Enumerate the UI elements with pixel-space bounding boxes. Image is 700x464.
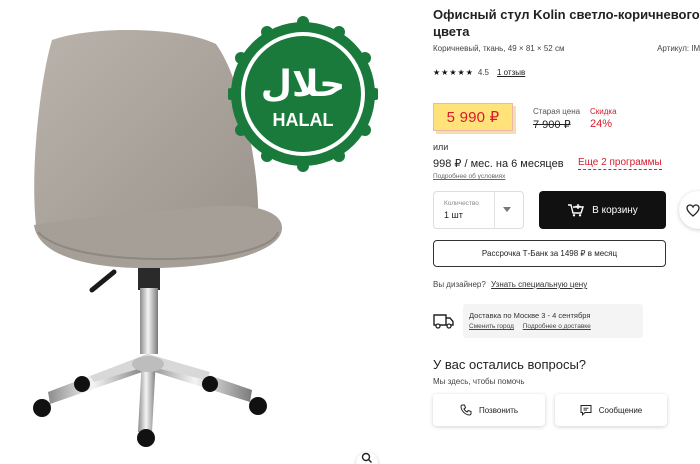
- change-city-link[interactable]: Сменить город: [469, 323, 514, 330]
- star-icon: ★: [433, 67, 441, 77]
- product-info-panel: Офисный стул Kolin светло-коричневого цв…: [433, 0, 700, 464]
- product-page: حلال HALAL Офисный стул Kolin светло-кор…: [0, 0, 700, 464]
- designer-offer: Вы дизайнер? Узнать специальную цену: [433, 280, 587, 289]
- message-button[interactable]: Сообщение: [555, 394, 667, 426]
- add-to-cart-label: В корзину: [592, 204, 638, 216]
- message-label: Сообщение: [598, 405, 643, 415]
- product-title: Офисный стул Kolin светло-коричневого цв…: [433, 7, 700, 39]
- product-rating: ★ ★ ★ ★ ★ 4.5 1 отзыв: [433, 68, 525, 77]
- halal-label: HALAL: [273, 110, 334, 130]
- product-sku: Артикул: IMR: [657, 44, 700, 53]
- cart-plus-icon: [568, 204, 585, 217]
- old-price: 7 900 ₽: [533, 119, 571, 131]
- credit-button[interactable]: Рассрочка Т-Банк за 1498 ₽ в месяц: [433, 240, 666, 267]
- delivery-text: Доставка по Москве 3 - 4 сентября: [469, 311, 591, 320]
- star-icon: ★: [465, 67, 473, 77]
- heart-icon: [686, 203, 700, 217]
- zoom-button[interactable]: [356, 452, 378, 464]
- quantity-divider: [494, 192, 495, 228]
- rating-score: 4.5: [477, 68, 489, 77]
- conditions-link[interactable]: Подробнее об условиях: [433, 173, 505, 180]
- quantity-label: Количество: [444, 200, 479, 207]
- or-label: или: [433, 142, 449, 152]
- rating-stars: ★ ★ ★ ★ ★: [433, 67, 473, 77]
- delivery-links: Сменить город Подробнее о доставке: [469, 323, 598, 330]
- truck-icon: [433, 314, 454, 329]
- add-to-cart-button[interactable]: В корзину: [539, 191, 666, 229]
- chevron-down-icon[interactable]: [503, 207, 511, 212]
- star-icon: ★: [441, 67, 449, 77]
- halal-arabic-text: حلال: [261, 64, 346, 105]
- chat-icon: [580, 405, 592, 416]
- favorite-button[interactable]: [679, 191, 700, 229]
- call-button[interactable]: Позвонить: [433, 394, 545, 426]
- delivery-info: Доставка по Москве 3 - 4 сентября Сменит…: [463, 304, 643, 338]
- more-programs-link[interactable]: Еще 2 программы: [578, 157, 662, 170]
- star-icon: ★: [449, 67, 457, 77]
- star-icon: ★: [457, 67, 465, 77]
- current-price: 5 990 ₽: [433, 103, 513, 131]
- discount-label: Скидка: [590, 107, 617, 116]
- designer-price-link[interactable]: Узнать специальную цену: [491, 280, 587, 289]
- designer-question: Вы дизайнер?: [433, 280, 486, 289]
- delivery-details-link[interactable]: Подробнее о доставке: [523, 323, 591, 330]
- support-subtitle: Мы здесь, чтобы помочь: [433, 377, 525, 386]
- discount-value: 24%: [590, 118, 613, 130]
- halal-badge: حلال HALAL: [228, 16, 378, 172]
- zoom-icon: [361, 452, 372, 463]
- quantity-value: 1 шт: [444, 210, 463, 220]
- call-label: Позвонить: [478, 405, 519, 415]
- reviews-link[interactable]: 1 отзыв: [497, 68, 525, 77]
- product-specs: Коричневый, ткань, 49 × 81 × 52 см: [433, 44, 565, 53]
- product-gallery[interactable]: حلال HALAL: [0, 0, 420, 464]
- product-meta: Коричневый, ткань, 49 × 81 × 52 см Артик…: [433, 44, 700, 53]
- support-title: У вас остались вопросы?: [433, 357, 587, 372]
- installment-price: 998 ₽ / мес. на 6 месяцев: [433, 158, 564, 170]
- old-price-label: Старая цена: [533, 107, 581, 116]
- quantity-select[interactable]: Количество 1 шт: [433, 191, 524, 229]
- phone-icon: [460, 404, 472, 416]
